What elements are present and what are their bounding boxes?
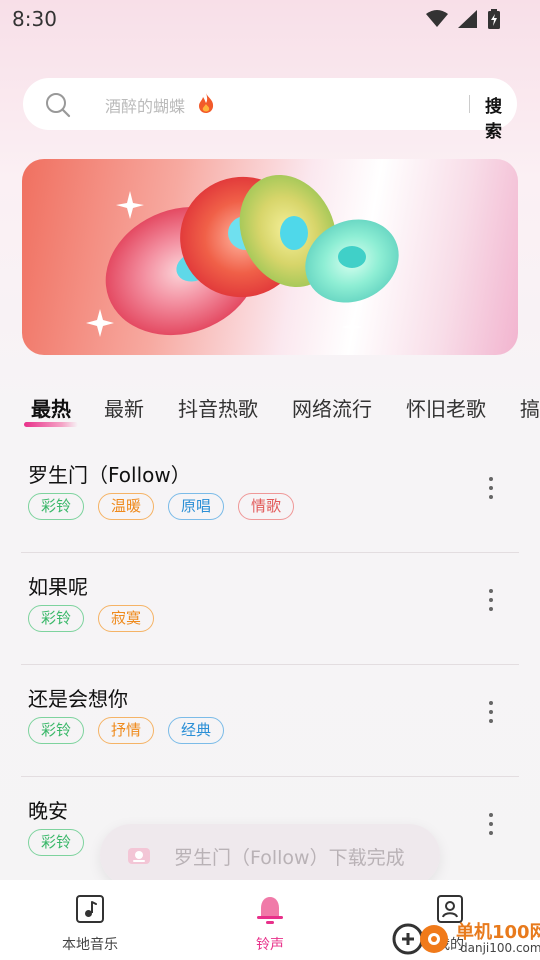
tag-badge: 抒情 (98, 717, 154, 744)
tag-badge: 彩铃 (28, 829, 84, 856)
song-row[interactable]: 还是会想你 彩铃 抒情 经典 (21, 665, 519, 777)
banner[interactable] (22, 159, 518, 355)
status-time: 8:30 (12, 7, 57, 31)
ringtone-icon (128, 848, 150, 864)
download-toast: 罗生门（Follow）下载完成 (100, 824, 440, 886)
status-icons (426, 9, 500, 29)
bell-icon (257, 897, 283, 924)
tag-badge: 彩铃 (28, 605, 84, 632)
battery-icon (488, 9, 500, 29)
toast-message: 罗生门（Follow）下载完成 (174, 847, 405, 869)
tab-funny[interactable]: 搞 (520, 393, 540, 422)
search-divider (469, 95, 470, 113)
nav-ringtone[interactable]: 铃声 (180, 880, 360, 960)
tab-newest[interactable]: 最新 (104, 393, 144, 422)
search-button[interactable]: 搜索 (485, 92, 517, 142)
tag-badge: 彩铃 (28, 493, 84, 520)
more-options-icon[interactable] (483, 589, 499, 615)
search-icon (46, 93, 71, 118)
song-title: 罗生门（Follow） (28, 463, 191, 487)
more-options-icon[interactable] (483, 813, 499, 839)
tag-badge: 寂寞 (98, 605, 154, 632)
song-title: 还是会想你 (28, 687, 128, 711)
tab-douyin-hits[interactable]: 抖音热歌 (178, 393, 258, 422)
nav-local-music[interactable]: 本地音乐 (0, 880, 180, 960)
song-title: 晚安 (28, 799, 68, 823)
tab-hottest[interactable]: 最热 (31, 393, 71, 422)
song-tags: 彩铃 (28, 829, 84, 856)
tab-internet-popular[interactable]: 网络流行 (292, 393, 372, 422)
tab-nostalgic[interactable]: 怀旧老歌 (406, 393, 486, 422)
watermark-badge-icon (392, 923, 448, 955)
nav-label: 铃声 (256, 937, 284, 953)
signal-icon (458, 10, 477, 28)
tab-indicator (24, 422, 78, 427)
song-tags: 彩铃 温暖 原唱 情歌 (28, 493, 294, 520)
tag-badge: 温暖 (98, 493, 154, 520)
flame-icon (199, 93, 214, 113)
tag-badge: 情歌 (238, 493, 294, 520)
song-row[interactable]: 如果呢 彩铃 寂寞 (21, 553, 519, 665)
watermark-logo: 单机100网 danji100.com (390, 918, 540, 960)
song-title: 如果呢 (28, 575, 88, 599)
more-options-icon[interactable] (483, 477, 499, 503)
song-tags: 彩铃 抒情 经典 (28, 717, 224, 744)
watermark-url: danji100.com (460, 941, 540, 955)
banner-discs-illustration (86, 174, 399, 337)
song-row[interactable]: 罗生门（Follow） 彩铃 温暖 原唱 情歌 (21, 441, 519, 553)
status-bar: 8:30 (0, 0, 540, 40)
tag-badge: 彩铃 (28, 717, 84, 744)
tag-badge: 经典 (168, 717, 224, 744)
search-input[interactable]: 酒醉的蝴蝶 (105, 93, 185, 117)
search-bar[interactable]: 酒醉的蝴蝶 搜索 (23, 78, 517, 142)
category-tabs: 最热 最新 抖音热歌 网络流行 怀旧老歌 搞 (0, 390, 540, 430)
song-tags: 彩铃 寂寞 (28, 605, 154, 632)
tag-badge: 原唱 (168, 493, 224, 520)
nav-label: 本地音乐 (62, 937, 118, 953)
music-note-icon (76, 895, 104, 923)
wifi-icon (426, 10, 448, 27)
more-options-icon[interactable] (483, 701, 499, 727)
